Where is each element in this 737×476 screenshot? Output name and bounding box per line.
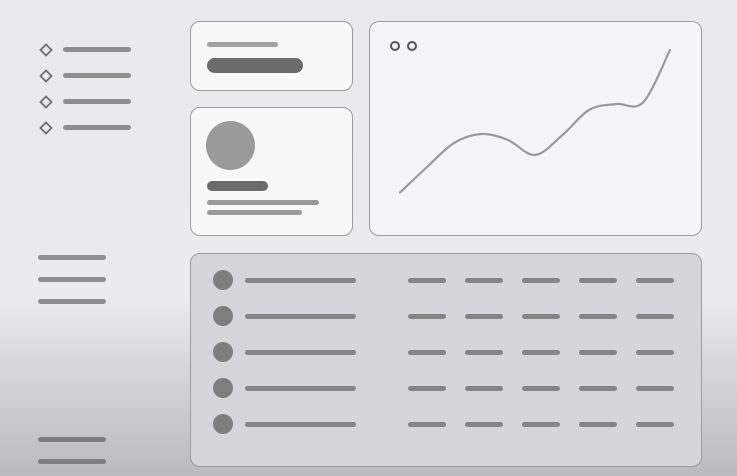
summary-card[interactable] [190,21,353,91]
sidebar-secondary-item[interactable] [38,277,106,282]
circle-icon [213,270,233,290]
circle-icon [213,342,233,362]
table-row-label [245,386,356,391]
sidebar-item-label [63,99,131,104]
table-cell [465,278,503,283]
table-cell [636,386,674,391]
profile-name [207,181,268,191]
table-cell [579,350,617,355]
sidebar-item-label [63,125,131,130]
table-cell [465,422,503,427]
table-cell [636,314,674,319]
table-cell [408,314,446,319]
trend-chart-card[interactable] [369,21,702,236]
profile-card[interactable] [190,107,353,236]
sidebar-footer-item[interactable] [38,437,106,442]
diamond-icon [39,69,53,83]
table-cell [465,386,503,391]
summary-card-label [207,42,278,47]
table-cell [522,350,560,355]
table-row-label [245,350,356,355]
table-row-label [245,278,356,283]
table-cell [636,278,674,283]
diamond-icon [39,43,53,57]
table-cell [579,278,617,283]
table-cell [522,386,560,391]
sidebar-secondary-item[interactable] [38,299,106,304]
table-cell [408,422,446,427]
profile-detail [207,210,302,215]
sidebar-item-label [63,73,131,78]
table-cell [522,278,560,283]
table-row-label [245,314,356,319]
diamond-icon [39,95,53,109]
table-cell [579,386,617,391]
avatar-circle-icon [206,121,255,170]
table-cell [522,422,560,427]
table-cell [465,314,503,319]
trend-line-series [398,48,672,194]
table-row-label [245,422,356,427]
summary-card-value [207,58,303,73]
sidebar-footer-item[interactable] [38,459,106,464]
table-cell [579,422,617,427]
table-cell [636,422,674,427]
circle-icon [213,378,233,398]
table-cell [465,350,503,355]
table-cell [408,350,446,355]
sidebar-item-label [63,47,131,52]
data-table [190,253,702,467]
circle-icon [213,414,233,434]
table-cell [579,314,617,319]
circle-icon [213,306,233,326]
diamond-icon [39,121,53,135]
trend-chart [398,48,672,194]
table-cell [408,386,446,391]
profile-detail [207,200,319,205]
table-cell [408,278,446,283]
table-cell [636,350,674,355]
table-cell [522,314,560,319]
sidebar-secondary-item[interactable] [38,255,106,260]
